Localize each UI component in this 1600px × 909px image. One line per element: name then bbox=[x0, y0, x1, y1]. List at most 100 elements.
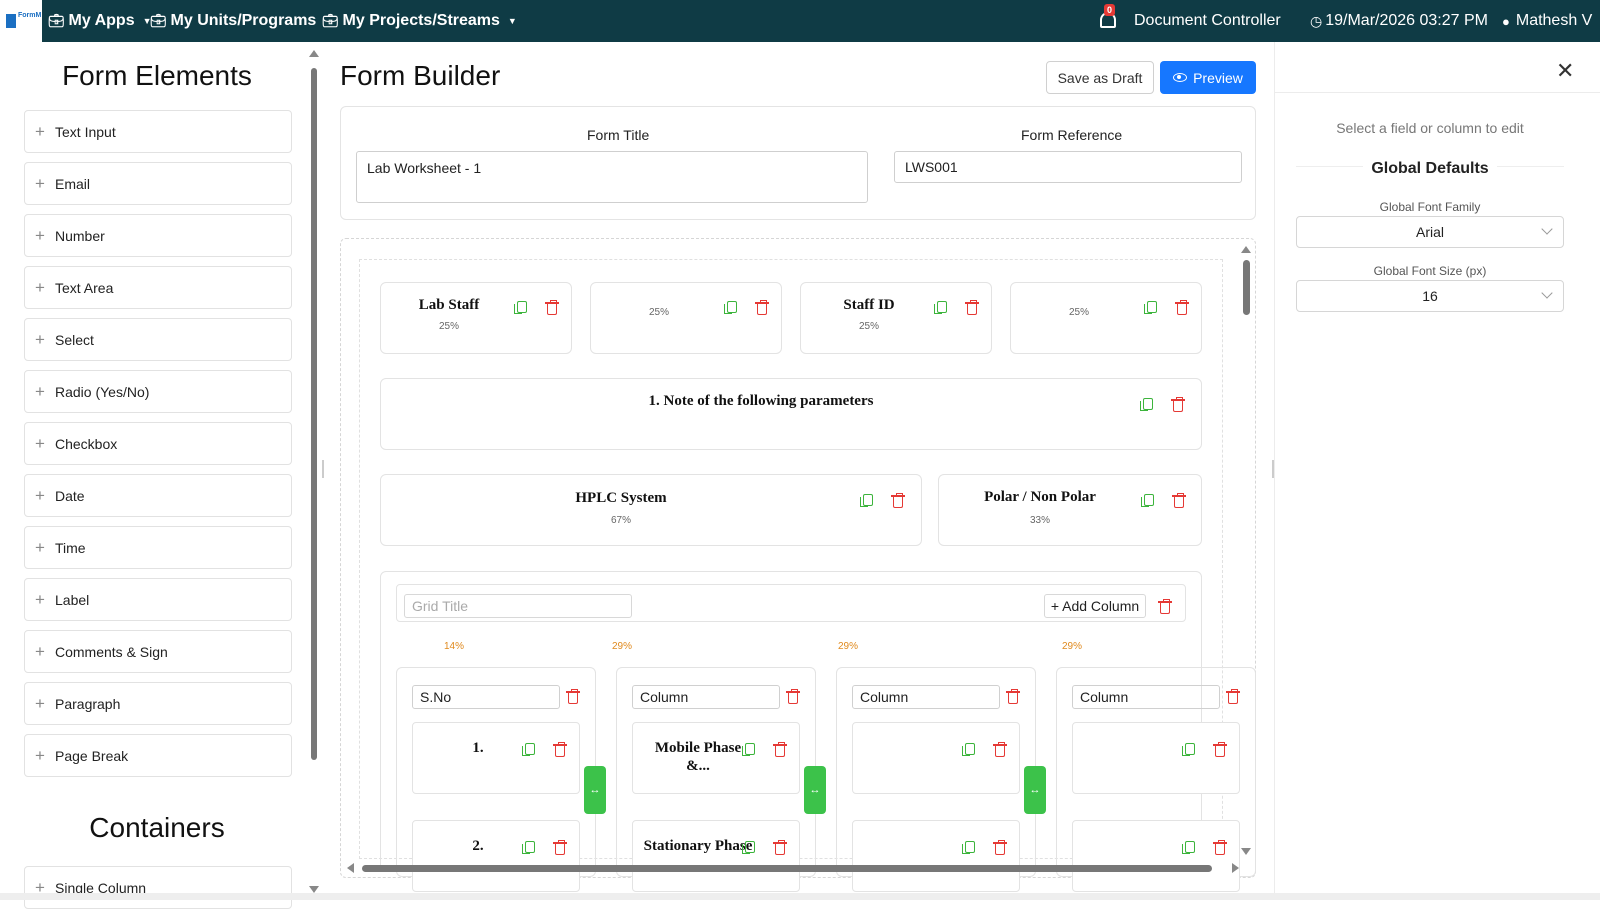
copy-icon[interactable] bbox=[522, 743, 535, 756]
scroll-thumb[interactable] bbox=[362, 865, 1212, 872]
scroll-thumb[interactable] bbox=[311, 68, 317, 760]
canvas-vertical-scrollbar[interactable] bbox=[1240, 244, 1252, 855]
column-name-input[interactable]: Column bbox=[852, 685, 1000, 709]
element-radio-yes-no[interactable]: + Radio (Yes/No) bbox=[24, 370, 292, 413]
field-card[interactable]: 25% bbox=[590, 282, 782, 354]
grid-cell[interactable]: 1. bbox=[412, 722, 580, 794]
font-family-select[interactable]: Arial bbox=[1296, 216, 1564, 248]
element-paragraph[interactable]: + Paragraph bbox=[24, 682, 292, 725]
user-menu[interactable]: ● Mathesh V bbox=[1502, 0, 1592, 42]
element-select[interactable]: + Select bbox=[24, 318, 292, 361]
field-card[interactable]: 25% bbox=[1010, 282, 1202, 354]
copy-icon[interactable] bbox=[934, 301, 947, 314]
delete-icon[interactable] bbox=[553, 840, 567, 855]
element-number[interactable]: + Number bbox=[24, 214, 292, 257]
save-draft-button[interactable]: Save as Draft bbox=[1046, 61, 1154, 94]
grid-cell[interactable]: 2. bbox=[412, 820, 580, 892]
delete-icon[interactable] bbox=[1171, 397, 1185, 412]
add-column-button[interactable]: + Add Column bbox=[1044, 594, 1146, 618]
scroll-down-icon[interactable] bbox=[1241, 848, 1251, 855]
notification-bell[interactable]: 0 bbox=[1098, 4, 1120, 34]
canvas-horizontal-scrollbar[interactable] bbox=[347, 862, 1250, 874]
close-icon[interactable]: ✕ bbox=[1556, 58, 1574, 84]
grid-delete-icon[interactable] bbox=[1158, 599, 1172, 614]
copy-icon[interactable] bbox=[1182, 743, 1195, 756]
delete-icon[interactable] bbox=[1172, 493, 1186, 508]
nav-my-units-programs[interactable]: 💼︎ My Units/Programs bbox=[150, 0, 316, 42]
scroll-up-icon[interactable] bbox=[1241, 246, 1251, 253]
delete-icon[interactable] bbox=[755, 300, 769, 315]
element-text-area[interactable]: + Text Area bbox=[24, 266, 292, 309]
preview-button[interactable]: Preview bbox=[1160, 61, 1256, 94]
column-delete-icon[interactable] bbox=[786, 689, 800, 704]
grid-cell[interactable]: Stationary Phase bbox=[632, 820, 800, 892]
field-card[interactable]: Lab Staff 25% bbox=[380, 282, 572, 354]
copy-icon[interactable] bbox=[1182, 841, 1195, 854]
note-field-card[interactable]: 1. Note of the following parameters bbox=[380, 378, 1202, 450]
delete-icon[interactable] bbox=[965, 300, 979, 315]
column-resize-handle[interactable]: ↔ bbox=[804, 766, 826, 814]
delete-icon[interactable] bbox=[993, 742, 1007, 757]
delete-icon[interactable] bbox=[1213, 742, 1227, 757]
scroll-right-icon[interactable] bbox=[1232, 863, 1239, 873]
copy-icon[interactable] bbox=[522, 841, 535, 854]
copy-icon[interactable] bbox=[962, 743, 975, 756]
delete-icon[interactable] bbox=[1213, 840, 1227, 855]
delete-icon[interactable] bbox=[773, 742, 787, 757]
copy-icon[interactable] bbox=[724, 301, 737, 314]
column-resize-handle[interactable]: ↔ bbox=[1024, 766, 1046, 814]
copy-icon[interactable] bbox=[860, 494, 873, 507]
element-label[interactable]: + Label bbox=[24, 578, 292, 621]
copy-icon[interactable] bbox=[1141, 494, 1154, 507]
scroll-thumb[interactable] bbox=[1243, 260, 1250, 315]
column-name-input[interactable]: Column bbox=[632, 685, 780, 709]
delete-icon[interactable] bbox=[891, 493, 905, 508]
grid-cell[interactable]: Mobile Phase &... bbox=[632, 722, 800, 794]
left-scrollbar[interactable] bbox=[309, 50, 319, 893]
bottom-border bbox=[0, 893, 1600, 900]
delete-icon[interactable] bbox=[1175, 300, 1189, 315]
form-title-input[interactable]: Lab Worksheet - 1 bbox=[356, 151, 868, 203]
delete-icon[interactable] bbox=[773, 840, 787, 855]
field-card-hplc[interactable]: HPLC System 67% bbox=[380, 474, 922, 546]
element-page-break[interactable]: + Page Break bbox=[24, 734, 292, 777]
delete-icon[interactable] bbox=[553, 742, 567, 757]
element-text-input[interactable]: + Text Input bbox=[24, 110, 292, 153]
container-single-column[interactable]: + Single Column bbox=[24, 866, 292, 909]
delete-icon[interactable] bbox=[545, 300, 559, 315]
field-card-polar[interactable]: Polar / Non Polar 33% bbox=[938, 474, 1202, 546]
element-email[interactable]: + Email bbox=[24, 162, 292, 205]
grid-cell[interactable] bbox=[852, 820, 1020, 892]
scroll-down-icon[interactable] bbox=[309, 886, 319, 893]
column-delete-icon[interactable] bbox=[1006, 689, 1020, 704]
element-time[interactable]: + Time bbox=[24, 526, 292, 569]
panel-splitter[interactable] bbox=[322, 460, 324, 478]
font-size-select[interactable]: 16 bbox=[1296, 280, 1564, 312]
nav-my-projects-streams[interactable]: 💼︎ My Projects/Streams ▼ bbox=[322, 0, 517, 42]
column-delete-icon[interactable] bbox=[566, 689, 580, 704]
copy-icon[interactable] bbox=[1140, 398, 1153, 411]
copy-icon[interactable] bbox=[742, 841, 755, 854]
delete-icon[interactable] bbox=[993, 840, 1007, 855]
element-checkbox[interactable]: + Checkbox bbox=[24, 422, 292, 465]
scroll-left-icon[interactable] bbox=[347, 863, 354, 873]
form-ref-input[interactable]: LWS001 bbox=[894, 151, 1242, 183]
copy-icon[interactable] bbox=[1144, 301, 1157, 314]
scroll-up-icon[interactable] bbox=[309, 50, 319, 57]
grid-cell[interactable] bbox=[1072, 722, 1240, 794]
grid-cell[interactable] bbox=[852, 722, 1020, 794]
element-comments-sign[interactable]: + Comments & Sign bbox=[24, 630, 292, 673]
nav-my-apps[interactable]: 💼︎ My Apps ▼ bbox=[48, 0, 152, 42]
copy-icon[interactable] bbox=[514, 301, 527, 314]
field-card[interactable]: Staff ID 25% bbox=[800, 282, 992, 354]
grid-cell[interactable] bbox=[1072, 820, 1240, 892]
grid-title-input[interactable]: Grid Title bbox=[404, 594, 632, 618]
column-name-input[interactable]: S.No bbox=[412, 685, 560, 709]
app-logo[interactable]: FormM bbox=[0, 0, 42, 42]
column-name-input[interactable]: Column bbox=[1072, 685, 1220, 709]
column-delete-icon[interactable] bbox=[1226, 689, 1240, 704]
column-resize-handle[interactable]: ↔ bbox=[584, 766, 606, 814]
element-date[interactable]: + Date bbox=[24, 474, 292, 517]
copy-icon[interactable] bbox=[962, 841, 975, 854]
copy-icon[interactable] bbox=[742, 743, 755, 756]
